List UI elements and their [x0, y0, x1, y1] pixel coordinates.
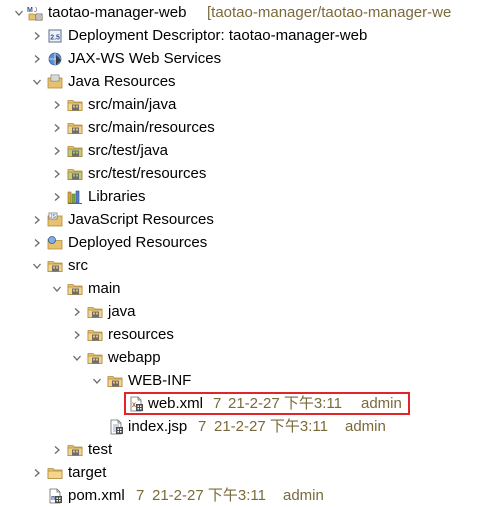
folder-icon — [107, 373, 123, 389]
xml-file-icon — [128, 396, 144, 412]
tree-row-src-main-java[interactable]: src/main/java — [0, 93, 479, 116]
indexjsp-revision: 7 — [198, 418, 207, 435]
src-main-java-label: src/main/java — [88, 96, 177, 113]
main-label: main — [88, 280, 121, 297]
chevron-right-icon[interactable] — [30, 47, 44, 70]
webxml-date: 21-2-27 下午3:11 — [228, 395, 342, 412]
deployment-descriptor-label: Deployment Descriptor: taotao-manager-we… — [68, 27, 368, 44]
deployment-descriptor-icon — [47, 28, 63, 44]
folder-icon — [87, 304, 103, 320]
chevron-right-icon[interactable] — [30, 24, 44, 47]
chevron-down-icon[interactable] — [30, 70, 44, 93]
tree-row-resources[interactable]: resources — [0, 323, 479, 346]
maven-pom-icon — [47, 488, 63, 504]
chevron-right-icon[interactable] — [30, 461, 44, 484]
chevron-down-icon[interactable] — [70, 346, 84, 369]
chevron-right-icon[interactable] — [50, 116, 64, 139]
webxml-revision: 7 — [213, 395, 222, 412]
folder-icon — [47, 258, 63, 274]
source-folder-icon — [67, 120, 83, 136]
folder-icon — [67, 442, 83, 458]
chevron-right-icon[interactable] — [50, 438, 64, 461]
pomxml-name: pom.xml — [68, 487, 125, 504]
tree-row-webinf[interactable]: WEB-INF — [0, 369, 479, 392]
webinf-label: WEB-INF — [128, 372, 192, 389]
src-main-resources-label: src/main/resources — [88, 119, 215, 136]
src-label: src — [68, 257, 88, 274]
indexjsp-date: 21-2-27 下午3:11 — [214, 418, 328, 435]
javascript-resources-icon — [47, 212, 63, 228]
tree-row-test[interactable]: test — [0, 438, 479, 461]
chevron-right-icon[interactable] — [30, 231, 44, 254]
chevron-down-icon[interactable] — [90, 369, 104, 392]
web-services-icon — [47, 51, 63, 67]
chevron-right-icon[interactable] — [70, 323, 84, 346]
chevron-down-icon[interactable] — [30, 254, 44, 277]
chevron-right-icon[interactable] — [50, 162, 64, 185]
pomxml-date: 21-2-27 下午3:11 — [152, 487, 266, 504]
tree-row-webapp[interactable]: webapp — [0, 346, 479, 369]
jsp-file-icon — [108, 419, 124, 435]
tree-row-src-test-java[interactable]: src/test/java — [0, 139, 479, 162]
webapp-label: webapp — [108, 349, 161, 366]
tree-row-indexjsp[interactable]: index.jsp 7 21-2-27 下午3:11 admin — [0, 415, 479, 438]
chevron-right-icon[interactable] — [50, 139, 64, 162]
indexjsp-name: index.jsp — [128, 418, 188, 435]
chevron-right-icon[interactable] — [50, 185, 64, 208]
project-name: taotao-manager-web — [48, 4, 187, 21]
tree-row-java-resources[interactable]: Java Resources — [0, 70, 479, 93]
project-path: [taotao-manager/taotao-manager-we — [207, 4, 452, 21]
folder-icon — [87, 327, 103, 343]
source-folder-icon — [67, 97, 83, 113]
java-resources-label: Java Resources — [68, 73, 176, 90]
tree-row-libraries[interactable]: Libraries — [0, 185, 479, 208]
src-test-java-label: src/test/java — [88, 142, 169, 159]
tree-row-src-test-resources[interactable]: src/test/resources — [0, 162, 479, 185]
test-source-folder-icon — [67, 143, 83, 159]
deployed-resources-label: Deployed Resources — [68, 234, 208, 251]
chevron-down-icon[interactable] — [50, 277, 64, 300]
indexjsp-user: admin — [345, 418, 386, 435]
pomxml-revision: 7 — [136, 487, 145, 504]
tree-row-project[interactable]: taotao-manager-web [taotao-manager/taota… — [0, 1, 479, 24]
libraries-label: Libraries — [88, 188, 146, 205]
tree-row-src-main-resources[interactable]: src/main/resources — [0, 116, 479, 139]
tree-row-javascript-resources[interactable]: JavaScript Resources — [0, 208, 479, 231]
chevron-down-icon[interactable] — [12, 1, 26, 24]
tree-row-webxml[interactable]: web.xml 7 21-2-27 下午3:11 admin — [0, 392, 479, 415]
chevron-right-icon[interactable] — [50, 93, 64, 116]
tree-row-src[interactable]: src — [0, 254, 479, 277]
maven-web-project-icon — [27, 5, 43, 21]
jaxws-label: JAX-WS Web Services — [68, 50, 222, 67]
javascript-resources-label: JavaScript Resources — [68, 211, 214, 228]
java-label: java — [108, 303, 136, 320]
webxml-user: admin — [361, 395, 402, 412]
java-resources-icon — [47, 74, 63, 90]
resources-label: resources — [108, 326, 174, 343]
tree-row-jaxws[interactable]: JAX-WS Web Services — [0, 47, 479, 70]
tree-row-target[interactable]: target — [0, 461, 479, 484]
tree-row-pomxml[interactable]: pom.xml 7 21-2-27 下午3:11 admin — [0, 484, 479, 507]
pomxml-user: admin — [283, 487, 324, 504]
folder-icon — [67, 281, 83, 297]
tree-row-deployment-descriptor[interactable]: Deployment Descriptor: taotao-manager-we… — [0, 24, 479, 47]
webxml-name: web.xml — [148, 395, 204, 412]
target-label: target — [68, 464, 107, 481]
src-test-resources-label: src/test/resources — [88, 165, 207, 182]
tree-row-deployed-resources[interactable]: Deployed Resources — [0, 231, 479, 254]
test-label: test — [88, 441, 113, 458]
folder-icon — [47, 465, 63, 481]
test-source-folder-icon — [67, 166, 83, 182]
deployed-resources-icon — [47, 235, 63, 251]
chevron-right-icon[interactable] — [30, 208, 44, 231]
folder-icon — [87, 350, 103, 366]
libraries-icon — [67, 189, 83, 205]
tree-row-java[interactable]: java — [0, 300, 479, 323]
tree-row-main[interactable]: main — [0, 277, 479, 300]
chevron-right-icon[interactable] — [70, 300, 84, 323]
